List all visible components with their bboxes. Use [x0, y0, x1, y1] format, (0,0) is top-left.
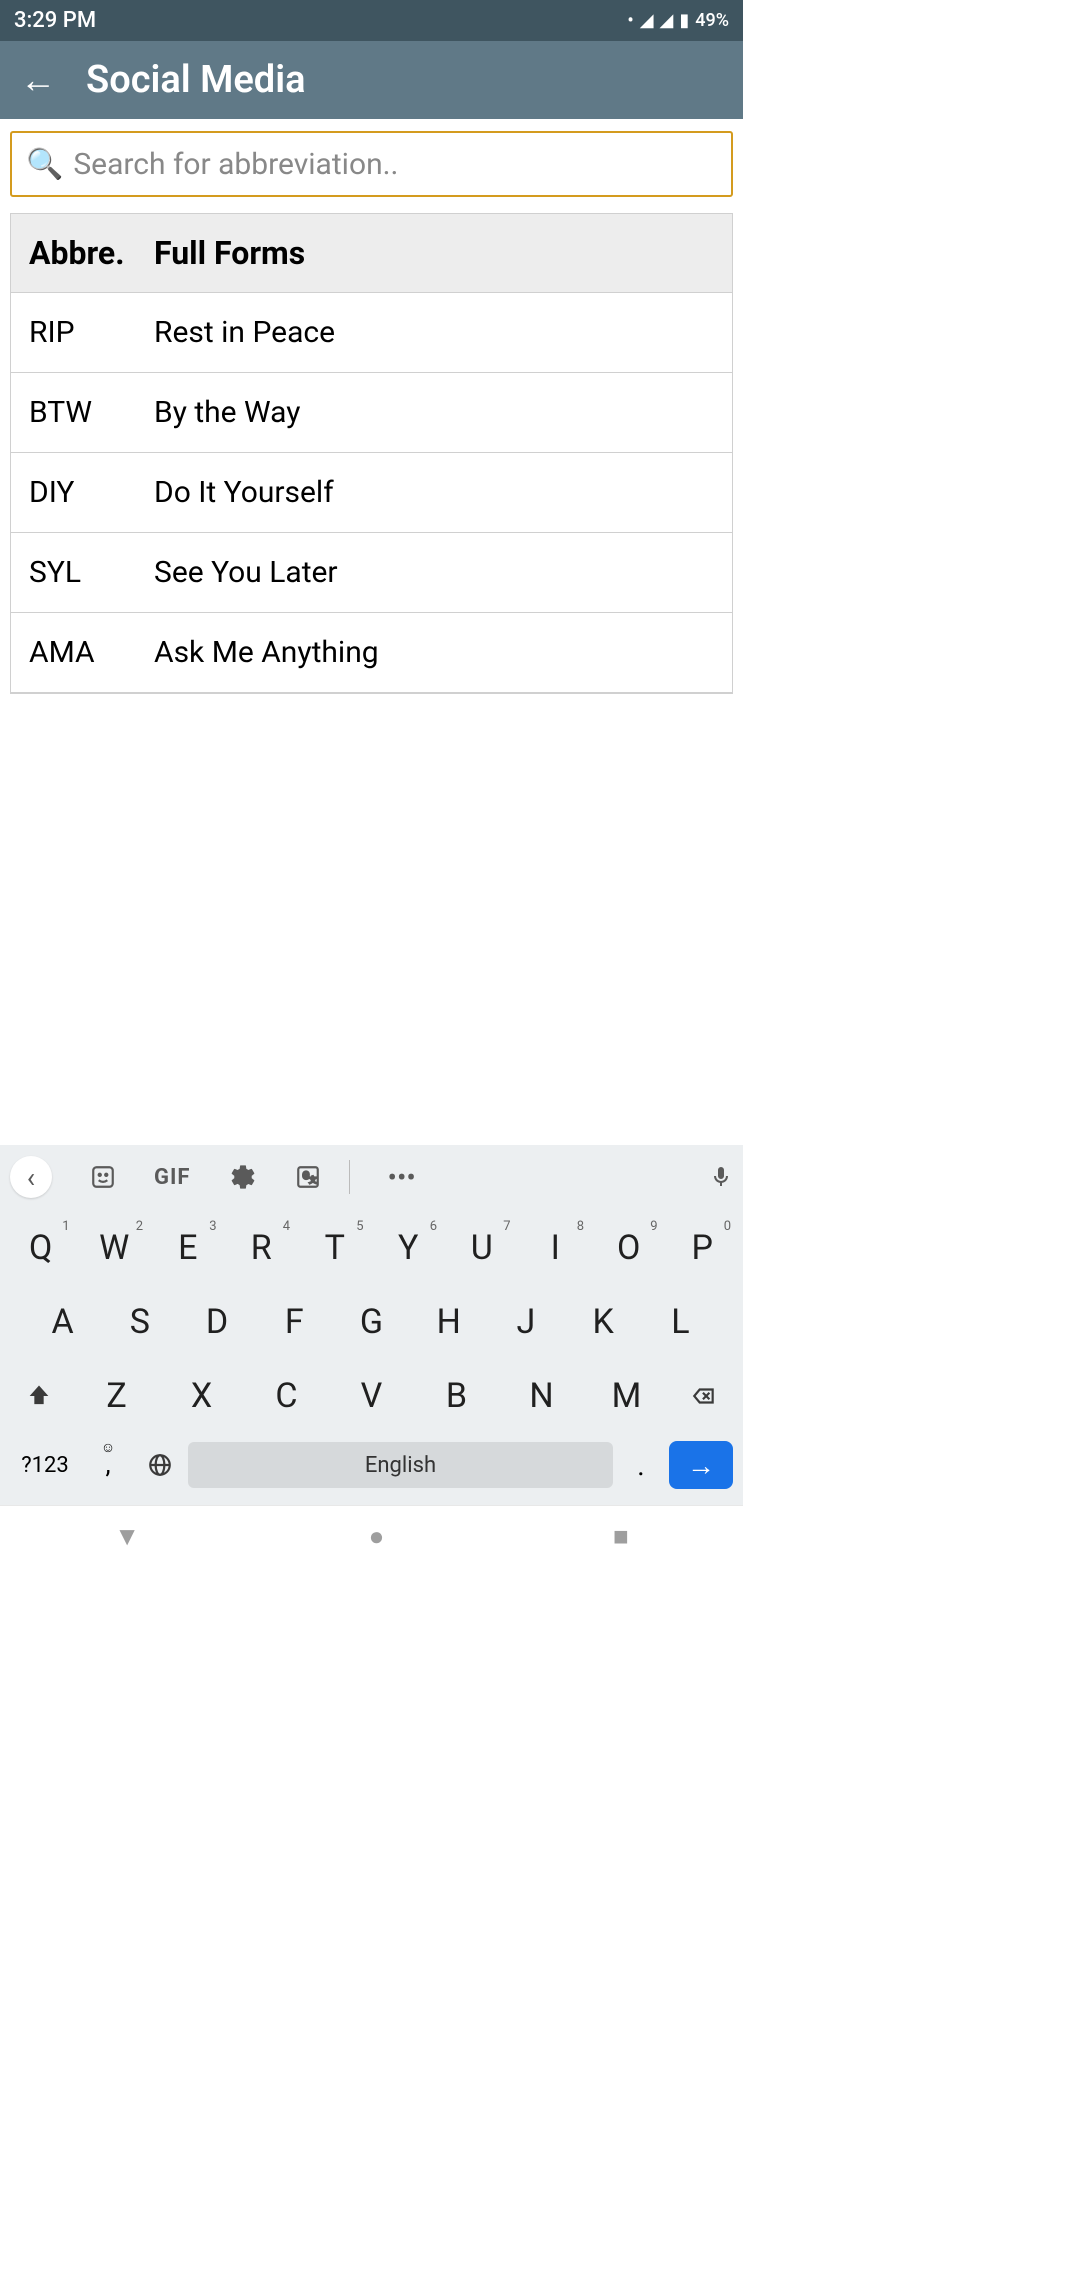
cell-full: Ask Me Anything	[154, 635, 379, 670]
key-h[interactable]: H	[410, 1289, 487, 1355]
key-y[interactable]: Y6	[372, 1215, 446, 1281]
comma-key[interactable]: ☺,	[84, 1437, 132, 1493]
nav-home-icon[interactable]: ●	[369, 1521, 385, 1552]
gear-icon[interactable]	[229, 1163, 257, 1191]
cell-full: Do It Yourself	[154, 475, 334, 510]
header-abbre: Abbre.	[29, 234, 154, 272]
app-bar: ← Social Media	[0, 41, 743, 119]
divider	[349, 1160, 350, 1194]
key-z[interactable]: Z	[74, 1363, 159, 1429]
globe-icon[interactable]	[136, 1437, 184, 1493]
cell-abbre: DIY	[29, 475, 154, 510]
key-i[interactable]: I8	[519, 1215, 593, 1281]
search-box[interactable]: 🔍	[10, 131, 733, 197]
key-u[interactable]: U7	[445, 1215, 519, 1281]
cell-abbre: AMA	[29, 635, 154, 670]
status-bar: 3:29 PM • ◢ ◢ ▮ 49%	[0, 0, 743, 41]
nav-back-icon[interactable]: ▼	[114, 1521, 140, 1552]
gif-button[interactable]: GIF	[154, 1165, 191, 1190]
key-f[interactable]: F	[256, 1289, 333, 1355]
header-full: Full Forms	[154, 234, 305, 272]
search-container: 🔍	[0, 119, 743, 209]
svg-text:文: 文	[309, 1174, 317, 1184]
key-c[interactable]: C	[244, 1363, 329, 1429]
key-w[interactable]: W2	[78, 1215, 152, 1281]
cell-abbre: SYL	[29, 555, 154, 590]
back-arrow-icon[interactable]: ←	[20, 59, 56, 101]
table-row[interactable]: SYLSee You Later	[11, 533, 732, 613]
key-s[interactable]: S	[101, 1289, 178, 1355]
key-t[interactable]: T5	[298, 1215, 372, 1281]
key-p[interactable]: P0	[666, 1215, 740, 1281]
enter-key[interactable]: →	[669, 1441, 733, 1489]
key-m[interactable]: M	[584, 1363, 669, 1429]
sticker-icon[interactable]	[90, 1164, 116, 1190]
key-n[interactable]: N	[499, 1363, 584, 1429]
key-r[interactable]: R4	[225, 1215, 299, 1281]
table-row[interactable]: AMAAsk Me Anything	[11, 613, 732, 693]
key-a[interactable]: A	[24, 1289, 101, 1355]
keyboard-toolbar: ‹ GIF G文 •••	[0, 1145, 743, 1209]
key-o[interactable]: O9	[592, 1215, 666, 1281]
period-key[interactable]: .	[617, 1437, 665, 1493]
key-k[interactable]: K	[565, 1289, 642, 1355]
backspace-key[interactable]	[669, 1363, 739, 1429]
search-input[interactable]	[73, 147, 717, 182]
numbers-key[interactable]: ?123	[10, 1437, 80, 1493]
table-row[interactable]: DIYDo It Yourself	[11, 453, 732, 533]
cell-abbre: RIP	[29, 315, 154, 350]
key-j[interactable]: J	[487, 1289, 564, 1355]
table-row[interactable]: BTWBy the Way	[11, 373, 732, 453]
battery-icon: ▮	[679, 10, 689, 31]
key-v[interactable]: V	[329, 1363, 414, 1429]
more-icon[interactable]: •••	[388, 1161, 416, 1194]
mic-icon[interactable]	[709, 1163, 733, 1191]
keyboard-keys: Q1W2E3R4T5Y6U7I8O9P0 ASDFGHJKL ZXCVBNM ?…	[0, 1209, 743, 1505]
nav-recent-icon[interactable]: ■	[613, 1521, 629, 1552]
page-title: Social Media	[86, 58, 305, 102]
cell-full: By the Way	[154, 395, 300, 430]
table-header: Abbre. Full Forms	[11, 214, 732, 293]
signal-icon-2: ◢	[660, 10, 674, 31]
abbreviation-table: Abbre. Full Forms RIPRest in PeaceBTWBy …	[10, 213, 733, 694]
key-l[interactable]: L	[642, 1289, 719, 1355]
search-icon: 🔍	[26, 147, 63, 182]
spacebar[interactable]: English	[188, 1442, 613, 1488]
table-row[interactable]: RIPRest in Peace	[11, 293, 732, 373]
shift-key[interactable]	[4, 1363, 74, 1429]
translate-icon[interactable]: G文	[295, 1164, 321, 1190]
cell-abbre: BTW	[29, 395, 154, 430]
chevron-left-icon[interactable]: ‹	[10, 1156, 52, 1198]
key-q[interactable]: Q1	[4, 1215, 78, 1281]
dot-icon: •	[627, 10, 633, 31]
battery-percent: 49%	[695, 10, 729, 31]
key-x[interactable]: X	[159, 1363, 244, 1429]
key-g[interactable]: G	[333, 1289, 410, 1355]
key-e[interactable]: E3	[151, 1215, 225, 1281]
signal-icon: ◢	[640, 10, 654, 31]
status-time: 3:29 PM	[14, 8, 96, 33]
key-b[interactable]: B	[414, 1363, 499, 1429]
key-d[interactable]: D	[178, 1289, 255, 1355]
cell-full: Rest in Peace	[154, 315, 335, 350]
keyboard: ‹ GIF G文 ••• Q1W2E3R4T5Y6U7I8O9P0 ASDFGH…	[0, 1145, 743, 1505]
navigation-bar: ▼ ● ■	[0, 1505, 743, 1567]
cell-full: See You Later	[154, 555, 338, 590]
status-icons: • ◢ ◢ ▮ 49%	[627, 10, 729, 31]
